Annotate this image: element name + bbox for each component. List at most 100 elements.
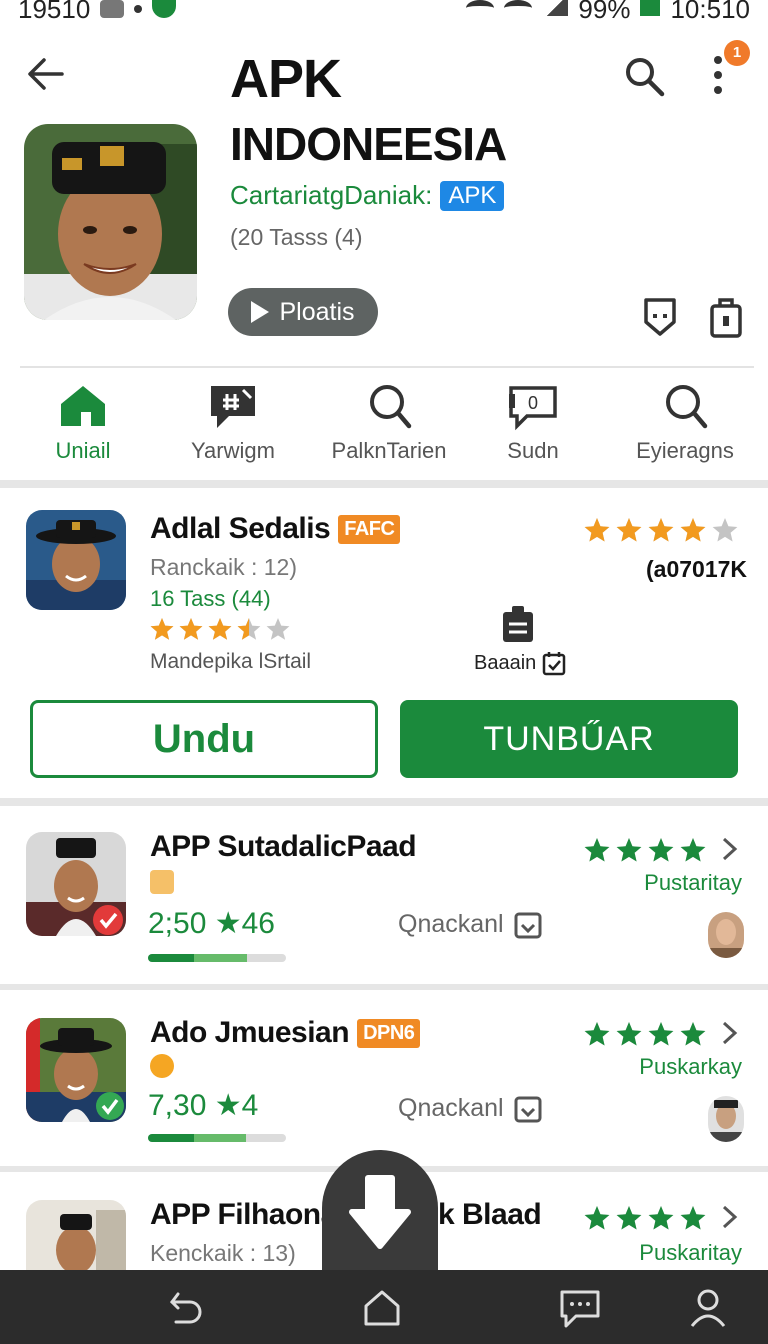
tab-messages[interactable]: 0 Sudn	[458, 380, 608, 464]
system-nav-bar	[0, 1270, 768, 1344]
notification-app-icon	[100, 0, 125, 18]
featured-category: Mandepika lSrtail	[150, 650, 312, 673]
list-meta: Qnackanl	[398, 1094, 542, 1123]
star-filled-icon	[208, 618, 232, 640]
chat-nav-icon[interactable]	[558, 1286, 602, 1330]
list-rating-stars	[584, 1022, 706, 1046]
calendar-check-icon	[543, 652, 566, 676]
list-title-row: Ado Jmuesian DPN6	[150, 1016, 421, 1050]
featured-tag: FAFC	[338, 514, 401, 544]
featured-rank: Ranckaik : 12)	[150, 554, 298, 580]
tab-label: Uniail	[55, 438, 111, 463]
list-label: Puskaritay	[639, 1240, 742, 1265]
star-filled-icon	[616, 838, 642, 862]
shopping-bag-icon[interactable]	[706, 294, 746, 338]
list-app-icon[interactable]	[26, 832, 126, 936]
message-count-icon: 0	[509, 386, 557, 431]
star-filled-icon	[179, 618, 203, 640]
dot-icon	[134, 5, 143, 13]
home-nav-icon[interactable]	[360, 1286, 404, 1330]
download-arrow-icon	[349, 1175, 411, 1249]
notification-badge: 1	[724, 40, 750, 66]
tab-label: Yarwigm	[191, 438, 275, 463]
status-time-left: 19510	[18, 0, 91, 24]
list-title-tail: k Blaad	[438, 1198, 542, 1231]
developer-name[interactable]: CartariatgDaniak:	[230, 180, 432, 211]
chevron-right-icon[interactable]	[720, 1020, 740, 1046]
star-filled-icon	[616, 518, 642, 542]
list-meta: Qnackanl	[398, 910, 542, 939]
install-outline-button[interactable]: Undu	[30, 700, 378, 778]
profile-nav-icon[interactable]	[686, 1286, 730, 1330]
star-filled-icon	[616, 1022, 642, 1046]
chevron-right-icon[interactable]	[720, 836, 740, 862]
tab-explore[interactable]: Eyieragns	[610, 380, 760, 464]
list-title[interactable]: APP Filhaona	[150, 1198, 337, 1232]
developer-row: CartariatgDaniak: APK	[230, 180, 505, 211]
star-filled-icon	[616, 1206, 642, 1230]
bazaar-row[interactable]: Baaain	[474, 650, 566, 676]
star-filled-icon	[584, 518, 610, 542]
chat-edit-icon	[211, 386, 255, 428]
shield-status-icon	[152, 0, 177, 18]
status-time-right: 10:510	[670, 0, 750, 24]
star-filled-icon	[648, 518, 674, 542]
featured-review-count: (a07017K	[646, 556, 748, 582]
featured-title[interactable]: Adlal Sedalis	[150, 512, 331, 546]
list-app-icon[interactable]	[26, 1200, 126, 1270]
list-subtitle: Kenckaik : 13)	[150, 1240, 296, 1266]
battery-percent: 99%	[578, 0, 631, 24]
star-filled-icon	[680, 518, 706, 542]
list-item[interactable]: Ado Jmuesian DPN6 7,30 ★4 Qnackanl Puska…	[0, 990, 768, 1166]
list-metric: 2;50 ★46	[148, 907, 275, 940]
apk-badge: APK	[440, 180, 505, 211]
header-divider	[20, 366, 754, 368]
tab-label: Eyieragns	[636, 438, 734, 463]
avatar[interactable]	[708, 912, 744, 958]
battery-icon	[640, 0, 661, 16]
star-empty-icon	[712, 518, 738, 542]
section-divider	[0, 798, 768, 806]
featured-rating-stars-right	[584, 518, 738, 542]
list-title[interactable]: APP SutadalicPaad	[150, 830, 417, 864]
list-mini-badge-icon	[150, 1054, 174, 1078]
install-primary-button[interactable]: TUNBŰAR	[400, 700, 738, 778]
calendar-icon	[514, 1096, 542, 1122]
tab-home[interactable]: Uniail	[8, 380, 158, 464]
app-title-line2: INDONEESIA	[230, 118, 507, 170]
wifi-icon	[466, 0, 495, 16]
tab-label: Sudn	[507, 438, 559, 463]
search-icon	[666, 385, 708, 429]
download-fab[interactable]	[322, 1150, 438, 1280]
list-meta-label: Qnackanl	[398, 1094, 504, 1122]
shield-icon[interactable]	[640, 296, 680, 338]
list-app-icon[interactable]	[26, 1018, 126, 1122]
calendar-icon	[514, 912, 542, 938]
chevron-right-icon[interactable]	[720, 1204, 740, 1230]
star-empty-icon	[266, 618, 290, 640]
back-nav-icon[interactable]	[164, 1286, 208, 1330]
play-button[interactable]: Ploatis	[228, 288, 378, 336]
back-arrow-icon[interactable]	[26, 54, 66, 94]
avatar[interactable]	[708, 1096, 744, 1142]
home-icon	[61, 386, 105, 426]
wifi-icon-2	[504, 0, 533, 16]
tab-reviews[interactable]: Yarwigm	[158, 380, 308, 464]
play-label: Ploatis	[279, 297, 355, 326]
star-filled-icon	[680, 1022, 706, 1046]
tab-search[interactable]: PalknTarien	[314, 380, 464, 464]
star-filled-icon	[584, 1206, 610, 1230]
star-filled-icon	[680, 1206, 706, 1230]
document-icon[interactable]	[500, 604, 536, 644]
list-metric: 7,30 ★4	[148, 1089, 259, 1122]
search-icon[interactable]	[622, 54, 666, 98]
featured-rating-stars	[150, 618, 290, 640]
list-item[interactable]: APP SutadalicPaad 2;50 ★46 Qnackanl Pust…	[0, 806, 768, 984]
featured-app-icon[interactable]	[26, 510, 126, 610]
star-filled-icon	[584, 1022, 610, 1046]
featured-size: 16 Tass (44)	[150, 586, 271, 611]
size-info: (20 Tasss (4)	[230, 224, 363, 250]
list-title[interactable]: Ado Jmuesian	[150, 1016, 350, 1050]
app-title-line1: APK	[230, 49, 342, 109]
star-filled-icon	[680, 838, 706, 862]
